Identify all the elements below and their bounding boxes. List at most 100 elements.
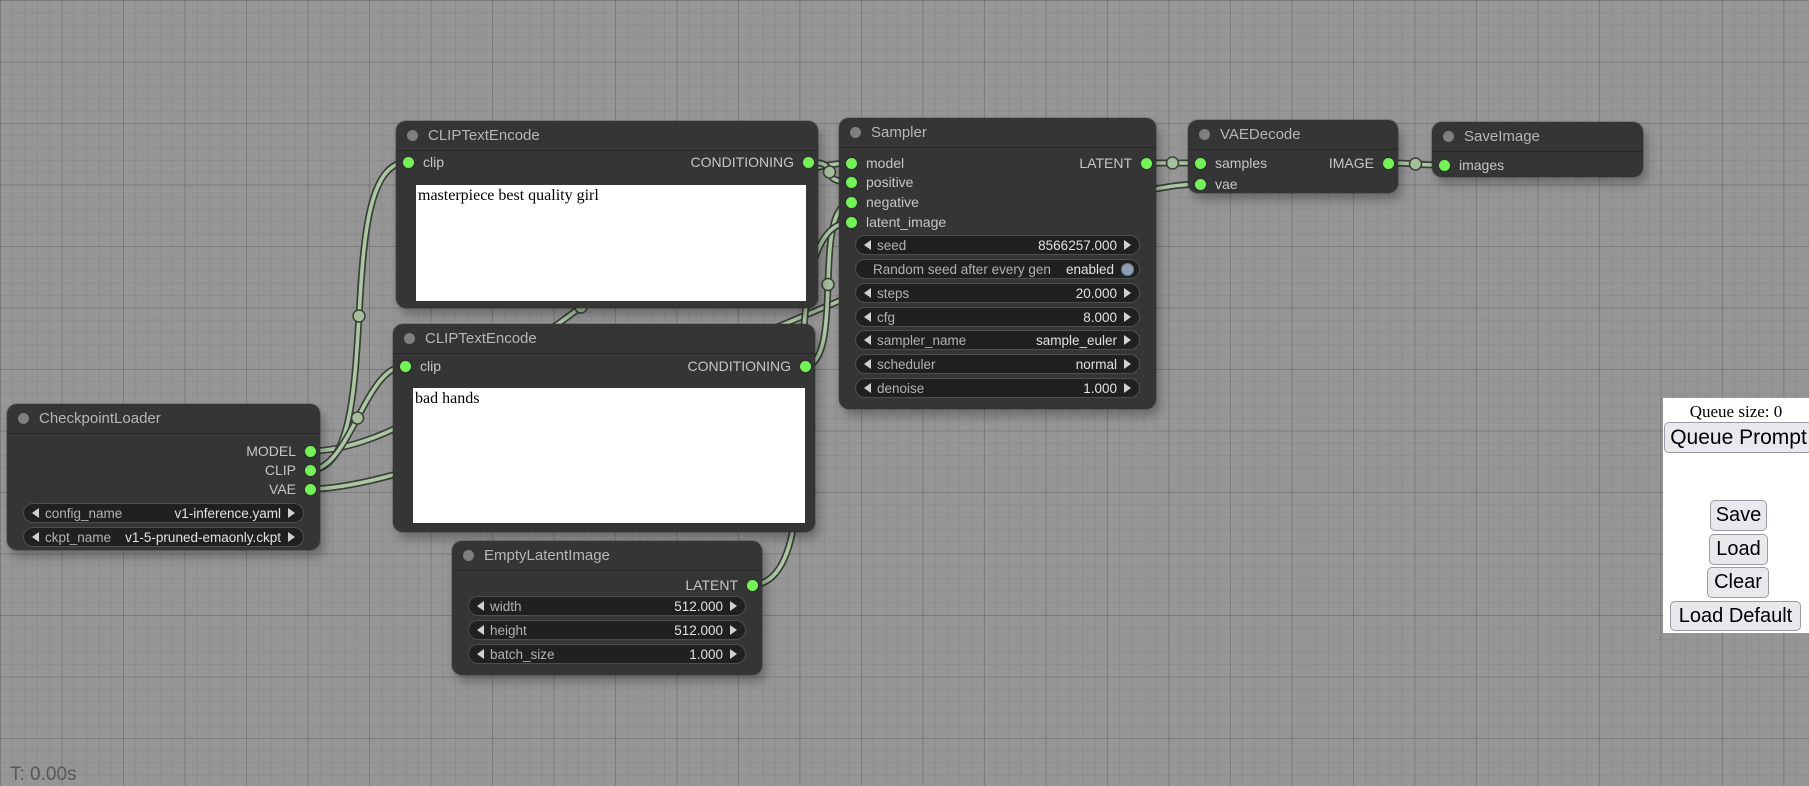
- input-slot-vae: vae: [1195, 174, 1238, 194]
- output-slot-model: MODEL: [246, 441, 316, 461]
- node-collapse-dot[interactable]: [850, 127, 861, 138]
- node-sampler[interactable]: Sampler model positive negative latent_i…: [839, 118, 1156, 409]
- steps-stepper[interactable]: steps 20.000: [855, 283, 1140, 303]
- increment-arrow-icon[interactable]: [1124, 383, 1131, 393]
- node-header[interactable]: SaveImage: [1432, 122, 1643, 152]
- node-collapse-dot[interactable]: [1443, 131, 1454, 142]
- node-collapse-dot[interactable]: [407, 130, 418, 141]
- queue-prompt-button[interactable]: Queue Prompt: [1664, 422, 1809, 453]
- load-button[interactable]: Load: [1709, 534, 1768, 565]
- width-stepper[interactable]: width 512.000: [468, 596, 746, 616]
- input-slot-clip: clip: [400, 356, 441, 376]
- output-slot-clip: CLIP: [265, 460, 316, 480]
- input-label: latent_image: [866, 214, 946, 230]
- save-button[interactable]: Save: [1710, 500, 1767, 531]
- node-empty-latent-image[interactable]: EmptyLatentImage LATENT width 512.000 he…: [452, 541, 762, 675]
- ckpt-name-combo[interactable]: ckpt_name v1-5-pruned-emaonly.ckpt: [23, 527, 304, 547]
- node-header[interactable]: CheckpointLoader: [7, 404, 320, 434]
- output-port-latent[interactable]: [747, 580, 758, 591]
- toggle-dot-icon[interactable]: [1121, 263, 1134, 276]
- denoise-stepper[interactable]: denoise 1.000: [855, 378, 1140, 398]
- widget-value: 1.000: [689, 647, 723, 662]
- decrement-arrow-icon[interactable]: [477, 625, 484, 635]
- seed-stepper[interactable]: seed 8566257.000: [855, 235, 1140, 255]
- widget-label: scheduler: [877, 357, 936, 372]
- node-save-image[interactable]: SaveImage images: [1432, 122, 1643, 177]
- input-port-images[interactable]: [1439, 160, 1450, 171]
- output-port-conditioning[interactable]: [800, 361, 811, 372]
- config-name-combo[interactable]: config_name v1-inference.yaml: [23, 503, 304, 523]
- input-port-negative[interactable]: [846, 197, 857, 208]
- batch-size-stepper[interactable]: batch_size 1.000: [468, 644, 746, 664]
- decrement-arrow-icon[interactable]: [864, 312, 871, 322]
- node-collapse-dot[interactable]: [1199, 129, 1210, 140]
- input-slot-latent-image: latent_image: [846, 212, 946, 232]
- sampler-name-combo[interactable]: sampler_name sample_euler: [855, 330, 1140, 350]
- node-header[interactable]: CLIPTextEncode: [393, 324, 815, 354]
- input-port-clip[interactable]: [400, 361, 411, 372]
- node-collapse-dot[interactable]: [18, 413, 29, 424]
- output-port-vae[interactable]: [305, 484, 316, 495]
- prompt-textarea[interactable]: masterpiece best quality girl: [416, 185, 806, 301]
- node-clip-text-encode-positive[interactable]: CLIPTextEncode clip CONDITIONING masterp…: [396, 121, 818, 308]
- decrement-arrow-icon[interactable]: [864, 335, 871, 345]
- increment-arrow-icon[interactable]: [730, 649, 737, 659]
- widget-label: ckpt_name: [45, 530, 111, 545]
- prompt-textarea[interactable]: bad hands: [413, 388, 805, 523]
- scheduler-combo[interactable]: scheduler normal: [855, 354, 1140, 374]
- widget-value: 8566257.000: [1038, 238, 1117, 253]
- input-port-samples[interactable]: [1195, 158, 1206, 169]
- decrement-arrow-icon[interactable]: [864, 359, 871, 369]
- input-port-positive[interactable]: [846, 177, 857, 188]
- increment-arrow-icon[interactable]: [1124, 335, 1131, 345]
- output-port-conditioning[interactable]: [803, 157, 814, 168]
- increment-arrow-icon[interactable]: [288, 532, 295, 542]
- increment-arrow-icon[interactable]: [1124, 312, 1131, 322]
- node-collapse-dot[interactable]: [463, 550, 474, 561]
- decrement-arrow-icon[interactable]: [864, 240, 871, 250]
- decrement-arrow-icon[interactable]: [477, 649, 484, 659]
- input-port-clip[interactable]: [403, 157, 414, 168]
- increment-arrow-icon[interactable]: [1124, 288, 1131, 298]
- input-label: positive: [866, 174, 913, 190]
- output-port-clip[interactable]: [305, 465, 316, 476]
- decrement-arrow-icon[interactable]: [864, 288, 871, 298]
- node-header[interactable]: CLIPTextEncode: [396, 121, 818, 151]
- load-default-button[interactable]: Load Default: [1670, 601, 1801, 631]
- node-vae-decode[interactable]: VAEDecode samples vae IMAGE: [1188, 120, 1398, 193]
- node-header[interactable]: EmptyLatentImage: [452, 541, 762, 571]
- clear-button[interactable]: Clear: [1707, 567, 1769, 598]
- input-label: clip: [423, 154, 444, 170]
- node-collapse-dot[interactable]: [404, 333, 415, 344]
- increment-arrow-icon[interactable]: [730, 625, 737, 635]
- decrement-arrow-icon[interactable]: [864, 383, 871, 393]
- increment-arrow-icon[interactable]: [730, 601, 737, 611]
- node-checkpoint-loader[interactable]: CheckpointLoader MODEL CLIP VAE config_n…: [7, 404, 320, 550]
- output-port-latent[interactable]: [1141, 158, 1152, 169]
- widget-label: config_name: [45, 506, 122, 521]
- increment-arrow-icon[interactable]: [1124, 240, 1131, 250]
- increment-arrow-icon[interactable]: [1124, 359, 1131, 369]
- decrement-arrow-icon[interactable]: [32, 532, 39, 542]
- node-clip-text-encode-negative[interactable]: CLIPTextEncode clip CONDITIONING bad han…: [393, 324, 815, 532]
- output-port-model[interactable]: [305, 446, 316, 457]
- height-stepper[interactable]: height 512.000: [468, 620, 746, 640]
- cfg-stepper[interactable]: cfg 8.000: [855, 307, 1140, 327]
- output-label: CONDITIONING: [688, 358, 791, 374]
- output-port-image[interactable]: [1383, 158, 1394, 169]
- input-label: samples: [1215, 155, 1267, 171]
- input-port-latent-image[interactable]: [846, 217, 857, 228]
- widget-label: batch_size: [490, 647, 555, 662]
- widget-value: enabled: [1066, 262, 1114, 277]
- decrement-arrow-icon[interactable]: [477, 601, 484, 611]
- node-header[interactable]: Sampler: [839, 118, 1156, 148]
- random-seed-toggle[interactable]: Random seed after every gen enabled: [855, 259, 1140, 279]
- input-port-vae[interactable]: [1195, 179, 1206, 190]
- node-header[interactable]: VAEDecode: [1188, 120, 1398, 150]
- increment-arrow-icon[interactable]: [288, 508, 295, 518]
- widget-value: v1-5-pruned-emaonly.ckpt: [125, 530, 281, 545]
- decrement-arrow-icon[interactable]: [32, 508, 39, 518]
- link-midpoint-dot: [1167, 157, 1179, 169]
- widget-label: seed: [877, 238, 906, 253]
- input-port-model[interactable]: [846, 158, 857, 169]
